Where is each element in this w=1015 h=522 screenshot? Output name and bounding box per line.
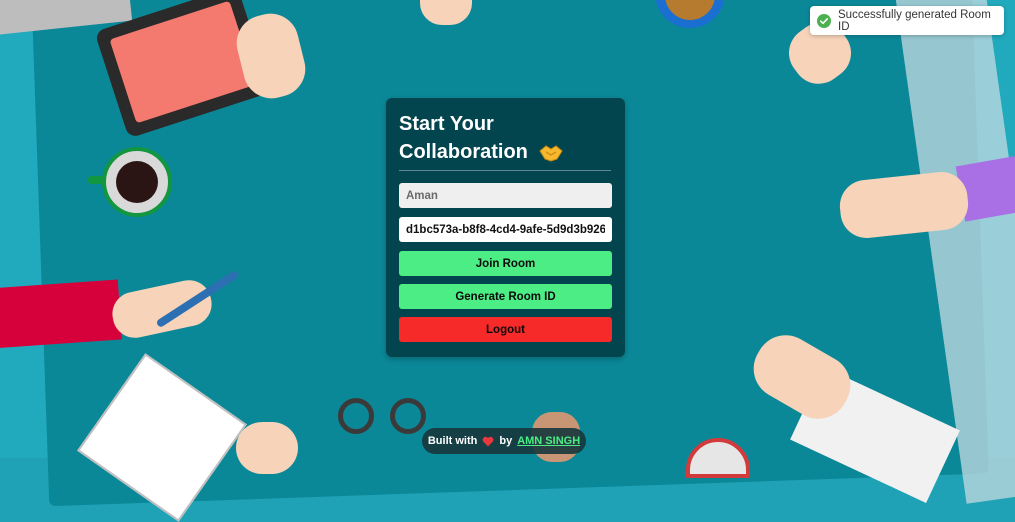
handshake-icon: [539, 145, 564, 162]
by-text: by: [499, 435, 513, 447]
built-with-text: Built with: [427, 435, 478, 447]
success-toast[interactable]: Successfully generated Room ID: [810, 6, 1004, 35]
logout-button[interactable]: Logout: [399, 317, 612, 342]
card-title-line1: Start Your: [399, 113, 494, 135]
join-room-button[interactable]: Join Room: [399, 251, 612, 276]
author-link[interactable]: AMN SINGH: [517, 435, 580, 447]
username-input[interactable]: [399, 183, 612, 208]
footer-credit: Built with by AMN SINGH: [422, 428, 586, 454]
generate-room-id-button[interactable]: Generate Room ID: [399, 284, 612, 309]
hand-illustration: [236, 422, 298, 474]
room-id-input[interactable]: [399, 217, 612, 242]
card-title: Start Your Collaboration: [399, 110, 611, 171]
check-circle-icon: [817, 13, 831, 28]
card-title-line2: Collaboration: [399, 141, 528, 163]
heart-icon: [482, 436, 494, 446]
toast-message: Successfully generated Room ID: [838, 8, 991, 33]
sleeve-illustration: [0, 279, 122, 349]
coffee-cup-illustration: [102, 147, 172, 217]
login-card: Start Your Collaboration Join Room Gener…: [386, 98, 625, 357]
